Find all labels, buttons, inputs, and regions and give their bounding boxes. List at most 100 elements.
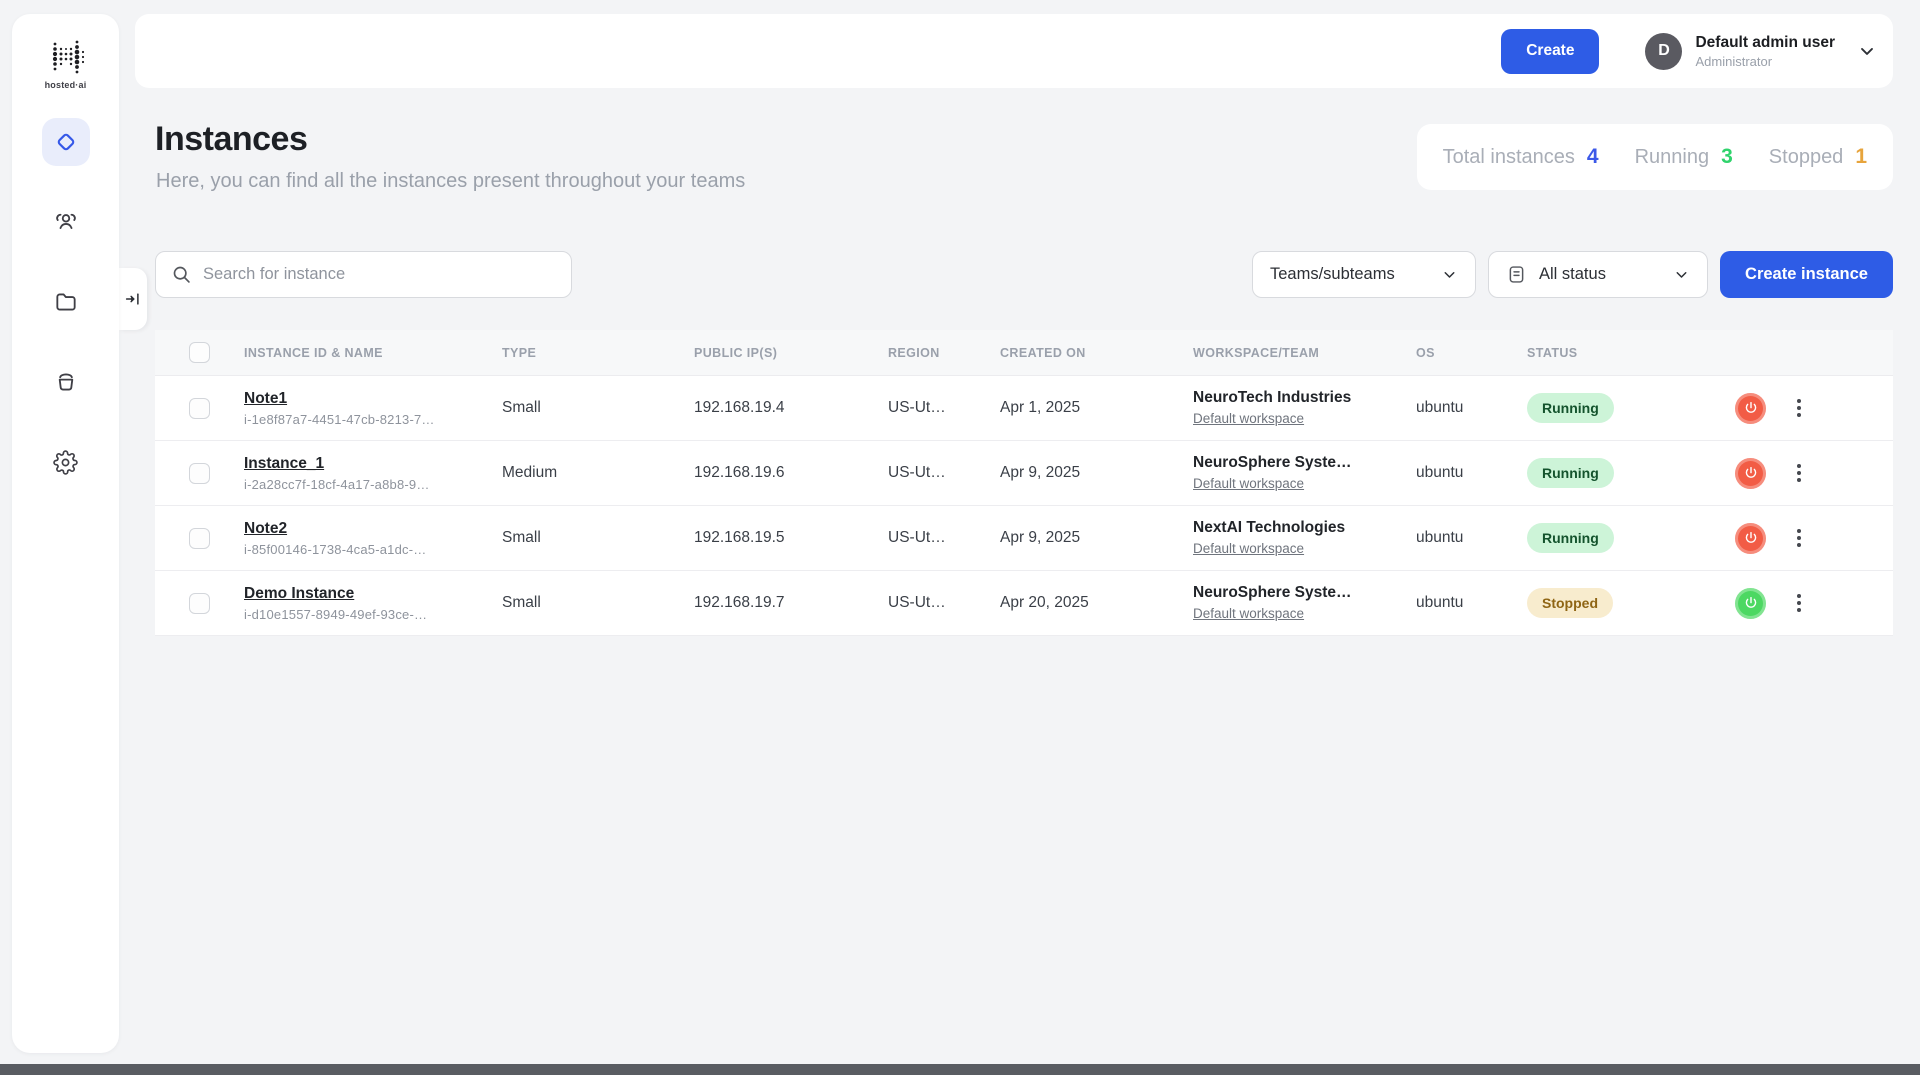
workspace-name: NeuroSphere Syste… (1193, 454, 1416, 472)
instances-diamond-icon (53, 129, 79, 155)
instance-region: US-Ut… (888, 529, 1000, 547)
stat-running: Running 3 (1635, 145, 1733, 169)
instance-id: i-85f00146-1738-4ca5-a1dc-… (244, 542, 502, 557)
power-icon (1743, 530, 1759, 546)
stat-running-value: 3 (1721, 145, 1733, 169)
workspace-link[interactable]: Default workspace (1193, 476, 1304, 491)
table-header-row: INSTANCE ID & NAME TYPE PUBLIC IP(S) REG… (155, 330, 1893, 376)
create-button[interactable]: Create (1501, 29, 1599, 74)
user-texts: Default admin user Administrator (1695, 33, 1835, 69)
instance-os: ubuntu (1416, 399, 1527, 417)
header-instance-id-name: INSTANCE ID & NAME (244, 346, 502, 360)
power-toggle-button[interactable] (1735, 523, 1766, 554)
hosted-ai-logo-icon (43, 40, 89, 76)
instance-region: US-Ut… (888, 594, 1000, 612)
workspace-link[interactable]: Default workspace (1193, 606, 1304, 621)
row-actions-menu-button[interactable] (1791, 393, 1807, 423)
instance-ip: 192.168.19.7 (694, 594, 888, 612)
instance-type: Small (502, 399, 694, 417)
power-icon (1743, 465, 1759, 481)
power-toggle-button[interactable] (1735, 458, 1766, 489)
sidebar-item-projects[interactable] (42, 278, 90, 326)
stat-running-label: Running (1635, 146, 1710, 169)
sidebar-item-resources[interactable] (42, 358, 90, 406)
workspace-link[interactable]: Default workspace (1193, 541, 1304, 556)
instance-created: Apr 1, 2025 (1000, 399, 1193, 417)
power-toggle-button[interactable] (1735, 588, 1766, 619)
avatar: D (1645, 33, 1682, 70)
stat-stopped: Stopped 1 (1769, 145, 1867, 169)
projects-folder-icon (53, 289, 79, 315)
sidebar-item-settings[interactable] (42, 438, 90, 486)
brand-name: hosted·ai (45, 80, 87, 90)
instance-region: US-Ut… (888, 464, 1000, 482)
instance-ip: 192.168.19.4 (694, 399, 888, 417)
sidebar-item-teams[interactable] (42, 198, 90, 246)
instance-os: ubuntu (1416, 594, 1527, 612)
instance-type: Medium (502, 464, 694, 482)
stat-stopped-label: Stopped (1769, 146, 1844, 169)
table-row: Demo Instance i-d10e1557-8949-49ef-93ce-… (155, 571, 1893, 636)
instance-name-link[interactable]: Note2 (244, 520, 287, 538)
instance-name-link[interactable]: Instance_1 (244, 455, 324, 473)
table-row: Note1 i-1e8f87a7-4451-47cb-8213-7… Small… (155, 376, 1893, 441)
chevron-down-icon (1673, 266, 1690, 283)
sidebar-item-instances[interactable] (42, 118, 90, 166)
workspace-link[interactable]: Default workspace (1193, 411, 1304, 426)
status-badge: Running (1527, 393, 1614, 423)
instance-ip: 192.168.19.5 (694, 529, 888, 547)
status-list-icon (1506, 264, 1527, 285)
instances-table: INSTANCE ID & NAME TYPE PUBLIC IP(S) REG… (155, 330, 1893, 636)
create-instance-button[interactable]: Create instance (1720, 251, 1893, 298)
instance-ip: 192.168.19.6 (694, 464, 888, 482)
status-badge: Stopped (1527, 588, 1613, 618)
instance-name-link[interactable]: Note1 (244, 390, 287, 408)
header-type: TYPE (502, 346, 694, 360)
toolbar: Teams/subteams All status Create instanc… (155, 251, 1893, 298)
power-toggle-button[interactable] (1735, 393, 1766, 424)
chevron-down-icon (1857, 41, 1877, 61)
stat-total-label: Total instances (1443, 146, 1575, 169)
teams-filter-label: Teams/subteams (1270, 265, 1395, 284)
teams-filter-dropdown[interactable]: Teams/subteams (1252, 251, 1476, 298)
header-created-on: CREATED ON (1000, 346, 1193, 360)
page-subtitle: Here, you can find all the instances pre… (156, 170, 745, 193)
instance-type: Small (502, 594, 694, 612)
row-actions-menu-button[interactable] (1791, 588, 1807, 618)
window-bottom-strip (0, 1064, 1920, 1075)
instance-type: Small (502, 529, 694, 547)
user-role: Administrator (1695, 54, 1835, 69)
sidebar-collapse-toggle[interactable] (119, 268, 147, 330)
search-input[interactable] (203, 265, 556, 284)
row-checkbox[interactable] (189, 398, 210, 419)
status-filter-label: All status (1539, 265, 1606, 284)
status-badge: Running (1527, 523, 1614, 553)
row-checkbox[interactable] (189, 463, 210, 484)
topbar: Create D Default admin user Administrato… (135, 14, 1893, 88)
instance-stats-card: Total instances 4 Running 3 Stopped 1 (1417, 124, 1893, 190)
instance-name-link[interactable]: Demo Instance (244, 585, 354, 603)
instance-created: Apr 20, 2025 (1000, 594, 1193, 612)
header-os: OS (1416, 346, 1527, 360)
stat-total-value: 4 (1587, 145, 1599, 169)
workspace-name: NeuroSphere Syste… (1193, 584, 1416, 602)
power-icon (1743, 400, 1759, 416)
toolbar-filters: Teams/subteams All status Create instanc… (1252, 251, 1893, 298)
page-title: Instances (155, 120, 307, 159)
row-actions-menu-button[interactable] (1791, 458, 1807, 488)
select-all-checkbox[interactable] (189, 342, 210, 363)
chevron-down-icon (1441, 266, 1458, 283)
row-actions-menu-button[interactable] (1791, 523, 1807, 553)
status-filter-dropdown[interactable]: All status (1488, 251, 1708, 298)
row-checkbox[interactable] (189, 528, 210, 549)
resources-basket-icon (53, 369, 79, 395)
user-menu[interactable]: D Default admin user Administrator (1645, 33, 1877, 70)
instance-created: Apr 9, 2025 (1000, 464, 1193, 482)
table-row: Note2 i-85f00146-1738-4ca5-a1dc-… Small … (155, 506, 1893, 571)
teams-users-icon (53, 209, 79, 235)
status-badge: Running (1527, 458, 1614, 488)
instance-id: i-2a28cc7f-18cf-4a17-a8b8-9… (244, 477, 502, 492)
workspace-name: NeuroTech Industries (1193, 389, 1416, 407)
stat-stopped-value: 1 (1855, 145, 1867, 169)
row-checkbox[interactable] (189, 593, 210, 614)
